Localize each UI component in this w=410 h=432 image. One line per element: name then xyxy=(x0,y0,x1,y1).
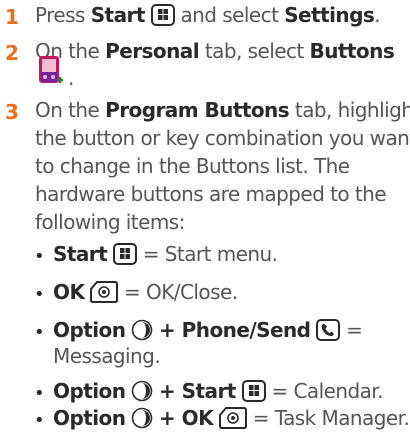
step-3-number: 3 xyxy=(5,100,19,124)
step-3-line-5: following items: xyxy=(35,210,185,234)
bullet-dot: • xyxy=(34,410,45,431)
windows-start-key-icon xyxy=(112,243,137,265)
start-label: Start xyxy=(90,3,146,27)
step-2-period: . xyxy=(68,66,74,90)
bullet-option-ok: Option + OK = Task Manager. xyxy=(53,406,410,430)
personal-tab-label: Personal xyxy=(105,39,200,63)
bullet-option-phone-continued: Messaging. xyxy=(53,344,161,368)
option-key-icon xyxy=(131,407,153,429)
settings-label: Settings xyxy=(284,3,375,27)
bullet-dot: • xyxy=(34,284,45,305)
bullet-start: Start = Start menu. xyxy=(53,242,278,266)
bullet-dot: • xyxy=(34,246,45,267)
windows-start-key-icon xyxy=(241,380,266,402)
step-3-line-4: hardware buttons are mapped to the xyxy=(35,182,387,206)
buttons-label: Buttons xyxy=(309,39,395,63)
step-3-line-3: to change in the Buttons list. The xyxy=(35,154,350,178)
step-3-line-2: the button or key combination you want xyxy=(35,126,410,150)
bullet-dot: • xyxy=(34,322,45,343)
bullet-ok: OK = OK/Close. xyxy=(53,280,238,304)
bullet-option-phone: Option + Phone/Send = xyxy=(53,318,363,342)
ok-key-icon xyxy=(218,407,247,429)
step-3-line-1: On the Program Buttons tab, highlight xyxy=(35,98,410,122)
bullet-option-start: Option + Start = Calendar. xyxy=(53,379,384,403)
program-buttons-tab-label: Program Buttons xyxy=(105,98,290,122)
instructions-page: 1 Press Start and select Settings. 2 On … xyxy=(0,0,410,431)
step-1-text: Press Start and select Settings. xyxy=(35,3,381,27)
option-key-icon xyxy=(131,319,153,341)
step-2-number: 2 xyxy=(5,41,19,65)
windows-start-key-icon xyxy=(150,4,175,26)
buttons-settings-app-icon xyxy=(39,56,63,83)
ok-key-icon xyxy=(90,281,119,303)
step-1-number: 1 xyxy=(5,5,19,29)
option-key-icon xyxy=(131,380,153,402)
step-2-text: On the Personal tab, select Buttons xyxy=(35,39,395,63)
phone-send-key-icon xyxy=(316,319,341,341)
bullet-dot: • xyxy=(34,383,45,404)
